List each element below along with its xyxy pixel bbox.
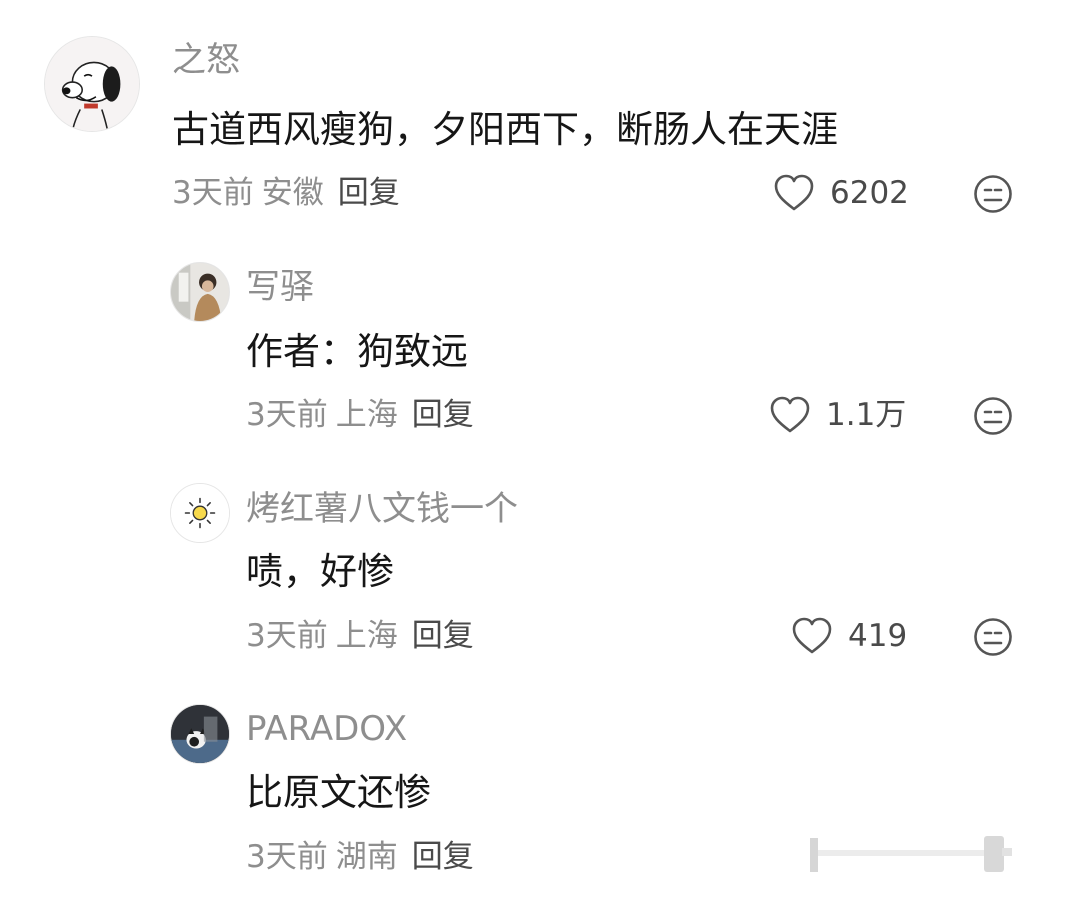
neutral-face-icon [974, 175, 1012, 213]
comment-author[interactable]: 写驿 [246, 267, 314, 307]
like-button[interactable]: 419 [790, 616, 907, 656]
comment-meta: 3天前 上海 回复 [246, 396, 474, 434]
avatar[interactable] [170, 262, 230, 322]
like-button[interactable]: 6202 [772, 173, 909, 213]
avatar[interactable] [44, 36, 140, 132]
heart-outline-icon [770, 396, 810, 433]
comment-location: 上海 [335, 618, 398, 654]
comment-text: 古道西风瘦狗，夕阳西下，断肠人在天涯 [172, 108, 838, 151]
comment-text: 啧，好惨 [246, 550, 394, 593]
heart-outline-icon [792, 617, 832, 654]
avatar[interactable] [170, 704, 230, 764]
comment-meta: 3天前 湖南 回复 [246, 838, 474, 876]
comment-time: 3天前 [246, 618, 328, 654]
reply-button[interactable]: 回复 [412, 839, 474, 875]
dislike-button[interactable] [973, 396, 1013, 436]
dislike-button[interactable] [973, 617, 1013, 657]
comment-location: 湖南 [335, 839, 398, 875]
comment-time: 3天前 [246, 839, 328, 875]
comment-meta: 3天前 安徽 回复 [172, 174, 400, 212]
neutral-face-icon [974, 397, 1012, 435]
like-button[interactable]: 1.1万 [768, 395, 906, 435]
comment-author[interactable]: PARADOX [246, 709, 407, 749]
watermark-graphic [810, 836, 1012, 872]
comment-time: 3天前 [172, 175, 254, 211]
neutral-face-icon [974, 618, 1012, 656]
comment-author[interactable]: 烤红薯八文钱一个 [246, 489, 518, 529]
comment-text: 比原文还惨 [246, 771, 431, 814]
like-count: 6202 [830, 175, 909, 211]
comment-meta: 3天前 上海 回复 [246, 617, 474, 655]
comment-text: 作者：狗致远 [246, 330, 468, 373]
comment-time: 3天前 [246, 397, 328, 433]
reply-button[interactable]: 回复 [412, 397, 474, 433]
heart-outline-icon [774, 174, 814, 211]
reply-button[interactable]: 回复 [338, 175, 400, 211]
comment-location: 上海 [335, 397, 398, 433]
sun-avatar-icon [171, 484, 229, 542]
comment-location: 安徽 [261, 175, 324, 211]
like-count: 1.1万 [826, 397, 907, 433]
avatar[interactable] [170, 483, 230, 543]
comment-author[interactable]: 之怒 [172, 40, 240, 80]
photo-avatar-cat-icon [171, 705, 229, 763]
snoopy-avatar-icon [45, 37, 139, 131]
dislike-button[interactable] [973, 174, 1013, 214]
photo-avatar-person-icon [171, 263, 229, 321]
reply-button[interactable]: 回复 [412, 618, 474, 654]
like-count: 419 [848, 618, 908, 654]
